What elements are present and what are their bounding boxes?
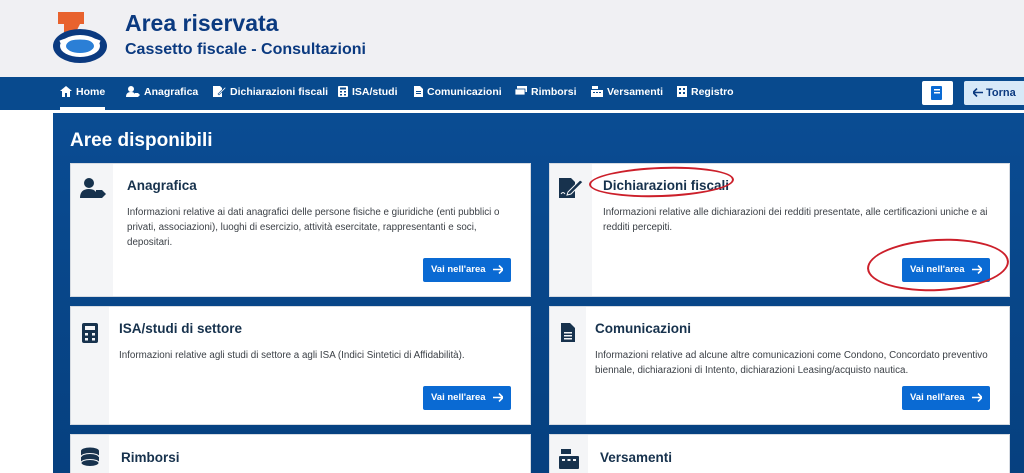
file-alt-icon	[414, 85, 423, 97]
card-icon-column	[550, 307, 586, 424]
cash-register-icon	[559, 449, 579, 469]
card-versamenti: Versamenti	[549, 434, 1010, 473]
card-icon-column	[550, 164, 592, 296]
nav-item-home[interactable]: Home	[60, 77, 106, 110]
nav-item-label: Rimborsi	[531, 86, 577, 98]
card-description: Informazioni relative agli studi di sett…	[119, 350, 465, 361]
card-comunicazioni: Comunicazioni Informazioni relative ad a…	[549, 306, 1010, 425]
main-navigation: Home Anagrafica Dichiarazioni fiscali IS…	[0, 77, 1024, 110]
card-icon-column	[71, 164, 113, 296]
card-title: Anagrafica	[127, 178, 197, 193]
back-button[interactable]: Torna	[964, 81, 1024, 105]
nav-item-label: Dichiarazioni fiscali	[230, 86, 329, 98]
building-icon	[677, 85, 687, 97]
nav-item-versamenti[interactable]: Versamenti	[591, 77, 663, 110]
home-icon	[60, 85, 72, 97]
user-tag-icon	[126, 85, 140, 97]
app-subtitle: Cassetto fiscale - Consultazioni	[125, 41, 366, 58]
nav-item-label: Home	[76, 86, 106, 98]
calculator-icon	[338, 85, 348, 97]
nav-item-label: Anagrafica	[144, 86, 199, 98]
card-description: Informazioni relative ai dati anagrafici…	[127, 207, 500, 248]
arrow-right-icon	[493, 393, 503, 402]
button-label: Vai nell'area	[431, 264, 486, 275]
card-title: Versamenti	[600, 450, 673, 465]
card-icon-column	[71, 307, 109, 424]
manual-button[interactable]	[922, 81, 953, 105]
coins-icon	[80, 447, 100, 467]
arrow-right-icon	[972, 393, 982, 402]
nav-item-rimborsi[interactable]: Rimborsi	[514, 77, 577, 110]
nav-item-label: Versamenti	[607, 86, 664, 98]
file-alt-icon	[561, 323, 575, 342]
button-label: Vai nell'area	[431, 392, 486, 403]
arrow-left-icon	[972, 87, 983, 97]
nav-item-comunicazioni[interactable]: Comunicazioni	[414, 77, 502, 110]
app-title: Area riservata	[125, 10, 279, 36]
card-anagrafica: Anagrafica Informazioni relative ai dati…	[70, 163, 531, 297]
arrow-right-icon	[493, 265, 503, 274]
header: Area riservata Cassetto fiscale - Consul…	[0, 0, 1024, 77]
vai-nell-area-button[interactable]: Vai nell'area	[423, 386, 511, 410]
card-icon-column	[550, 435, 588, 473]
card-icon-column	[71, 435, 109, 473]
vai-nell-area-button[interactable]: Vai nell'area	[423, 258, 511, 282]
user-tag-icon	[80, 178, 106, 198]
card-description: Informazioni relative ad alcune altre co…	[595, 350, 988, 376]
nav-item-label: ISA/studi	[352, 86, 398, 98]
card-title: Rimborsi	[121, 450, 180, 465]
card-isa-studi: ISA/studi di settore Informazioni relati…	[70, 306, 531, 425]
book-icon	[931, 86, 942, 100]
button-label: Vai nell'area	[910, 392, 965, 403]
nav-item-anagrafica[interactable]: Anagrafica	[126, 77, 198, 110]
agenzia-entrate-logo	[50, 12, 110, 64]
back-label: Torna	[986, 87, 1016, 99]
cash-register-icon	[591, 85, 603, 97]
nav-item-label: Registro	[691, 86, 734, 98]
card-title: ISA/studi di settore	[119, 321, 243, 336]
file-signature-icon	[213, 85, 227, 97]
section-title: Aree disponibili	[70, 130, 213, 151]
nav-item-registro[interactable]: Registro	[677, 77, 734, 110]
card-description: Informazioni relative alle dichiarazioni…	[603, 207, 988, 233]
calculator-icon	[82, 323, 98, 343]
nav-item-label: Comunicazioni	[427, 86, 502, 98]
nav-item-isa[interactable]: ISA/studi	[338, 77, 398, 110]
vai-nell-area-button[interactable]: Vai nell'area	[902, 386, 990, 410]
file-signature-icon	[559, 178, 583, 198]
nav-item-dichiarazioni[interactable]: Dichiarazioni fiscali	[213, 77, 328, 110]
money-bills-icon	[514, 86, 527, 96]
card-title: Comunicazioni	[595, 321, 692, 336]
card-rimborsi: Rimborsi	[70, 434, 531, 473]
